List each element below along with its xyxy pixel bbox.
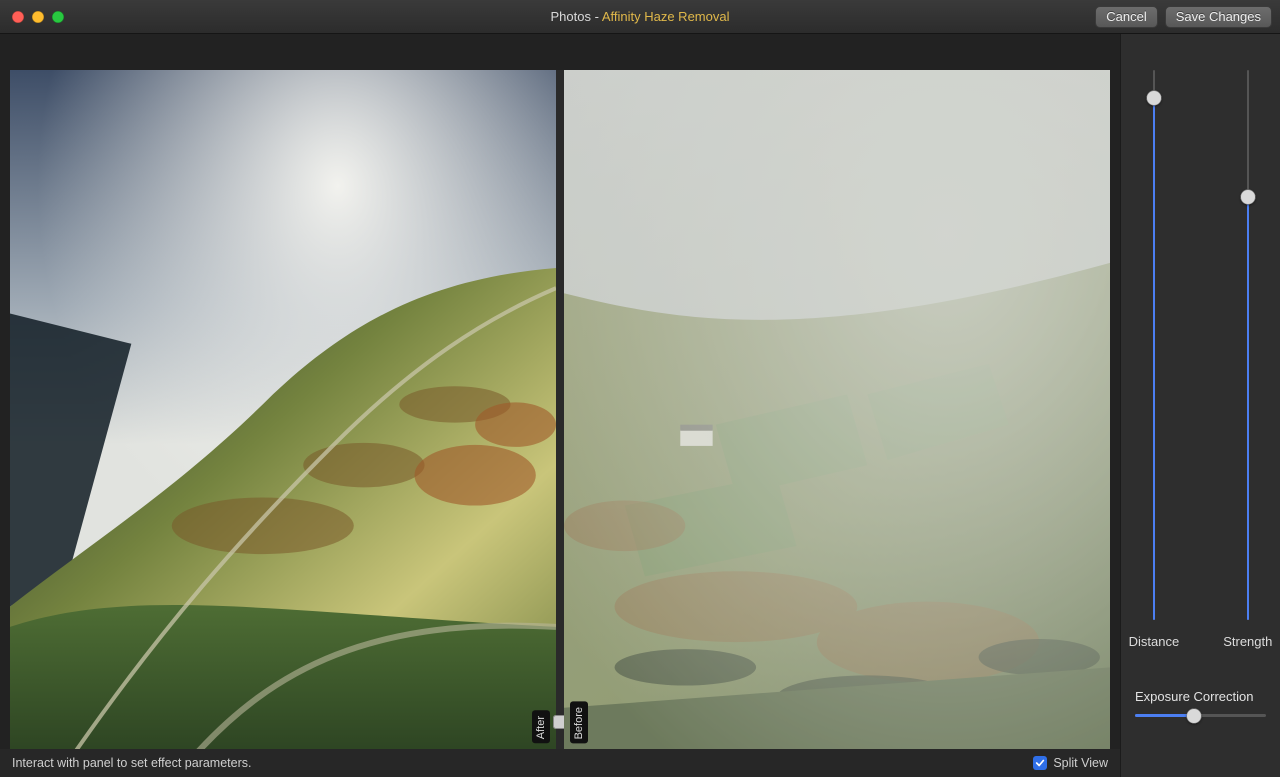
slider-thumb-icon[interactable] <box>1146 90 1161 105</box>
preview-before: Before <box>564 70 1110 749</box>
window-title: Photos - Affinity Haze Removal <box>0 9 1280 24</box>
exposure-label: Exposure Correction <box>1135 689 1266 704</box>
footer-hint: Interact with panel to set effect parame… <box>12 756 251 770</box>
save-button[interactable]: Save Changes <box>1165 6 1272 28</box>
slider-thumb-icon[interactable] <box>1240 189 1255 204</box>
distance-slider[interactable]: Distance <box>1129 70 1180 649</box>
title-plugin: Affinity Haze Removal <box>602 9 730 24</box>
title-app: Photos <box>551 9 591 24</box>
before-label: Before <box>570 701 588 743</box>
strength-label: Strength <box>1223 634 1272 649</box>
side-panel: Distance Strength Exposure Correction <box>1120 34 1280 777</box>
canvas-area: After <box>0 34 1120 777</box>
canvas-inner: After <box>10 70 1110 749</box>
footer: Interact with panel to set effect parame… <box>0 749 1120 777</box>
split-view-label: Split View <box>1053 756 1108 770</box>
maximize-icon[interactable] <box>52 11 64 23</box>
before-image <box>564 70 1110 749</box>
split-preview[interactable]: After <box>10 70 1110 749</box>
cancel-button[interactable]: Cancel <box>1095 6 1157 28</box>
exposure-slider[interactable] <box>1135 714 1266 717</box>
titlebar: Photos - Affinity Haze Removal Cancel Sa… <box>0 0 1280 34</box>
close-icon[interactable] <box>12 11 24 23</box>
strength-slider[interactable]: Strength <box>1223 70 1272 649</box>
check-icon <box>1035 758 1045 768</box>
split-view-checkbox[interactable] <box>1033 756 1047 770</box>
workspace: After <box>0 34 1280 777</box>
after-label: After <box>532 710 550 743</box>
distance-label: Distance <box>1129 634 1180 649</box>
window-controls <box>0 11 64 23</box>
after-image <box>10 70 556 749</box>
preview-after: After <box>10 70 556 749</box>
minimize-icon[interactable] <box>32 11 44 23</box>
split-divider[interactable] <box>556 70 564 749</box>
slider-thumb-icon[interactable] <box>1186 708 1201 723</box>
